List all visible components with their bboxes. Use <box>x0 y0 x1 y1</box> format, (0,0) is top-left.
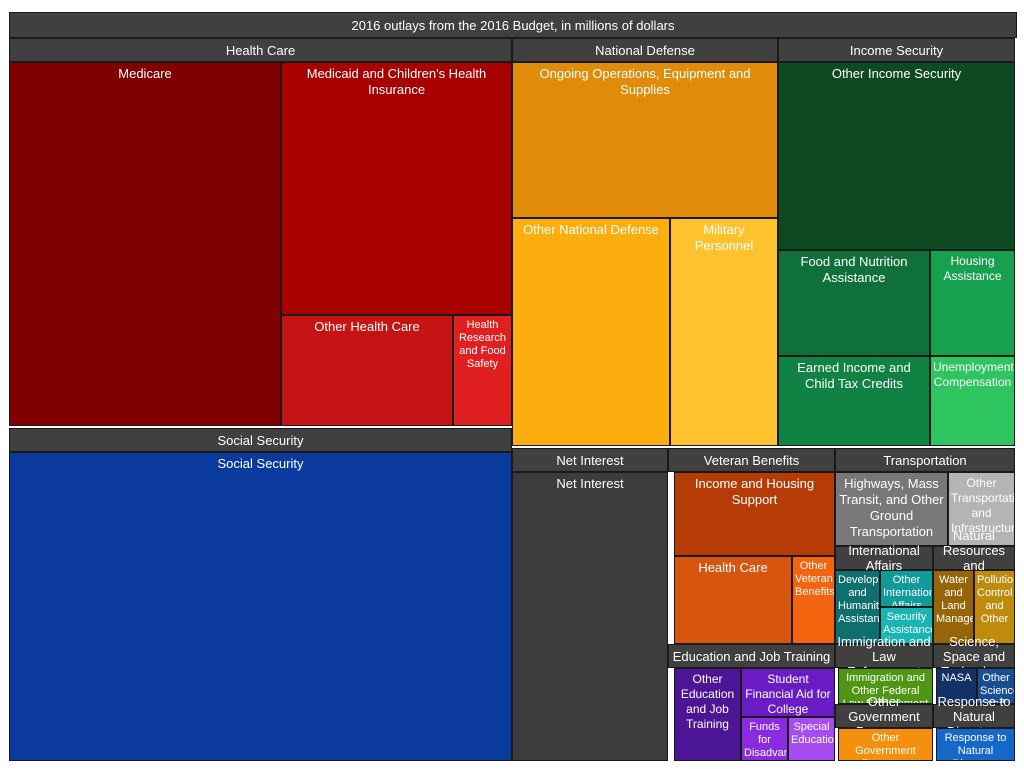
treemap-tile-special-education[interactable]: Special Education <box>788 717 835 761</box>
treemap-tile-medicare[interactable]: Medicare <box>9 62 281 426</box>
treemap-tile-other-income-security[interactable]: Other Income Security <box>778 62 1015 250</box>
treemap-tile-label: Other Income Security <box>831 66 962 81</box>
treemap-group-label: Health Care <box>225 42 296 58</box>
treemap-group-header-health-care[interactable]: Health Care <box>9 38 512 62</box>
treemap-tile-label: Food and Nutrition Assistance <box>800 254 908 285</box>
chart-title: 2016 outlays from the 2016 Budget, in mi… <box>9 12 1017 38</box>
treemap-group-label: Transportation <box>883 452 967 468</box>
treemap-tile-label: Development and Humanitarian Assistance <box>838 574 880 625</box>
treemap-tile-response-to-natural-disasters[interactable]: Response to Natural Disasters <box>936 728 1015 761</box>
treemap-tile-unemployment-compensation[interactable]: Unemployment Compensation <box>930 356 1015 446</box>
treemap-tile-social-security[interactable]: Social Security <box>9 452 512 761</box>
treemap-tile-label: Earned Income and Child Tax Credits <box>797 360 911 391</box>
treemap-tile-other-veteran-benefits[interactable]: Other Veteran Benefits <box>792 556 835 644</box>
treemap-tile-ongoing-operations-equipment-and-supplies[interactable]: Ongoing Operations, Equipment and Suppli… <box>512 62 778 218</box>
treemap-tile-food-and-nutrition-assistance[interactable]: Food and Nutrition Assistance <box>778 250 930 356</box>
treemap-group-header-education-and-job-training[interactable]: Education and Job Training <box>668 644 835 668</box>
treemap-group-header-veteran-benefits[interactable]: Veteran Benefits <box>668 448 835 472</box>
treemap-group-header-science-space-and-technology[interactable]: Science, Space and Technology <box>933 634 1015 679</box>
treemap-tile-label: Other National Defense <box>523 222 659 237</box>
treemap-tile-housing-assistance[interactable]: Housing Assistance <box>930 250 1015 356</box>
treemap-tile-label: Other Health Care <box>314 319 420 334</box>
treemap-group-header-natural-resources-and-environment[interactable]: Natural Resources and Environment <box>933 528 1015 588</box>
treemap-group-label: Social Security <box>217 432 304 448</box>
treemap-tile-label: Other Veteran Benefits <box>795 560 835 598</box>
treemap-group-header-income-security[interactable]: Income Security <box>778 38 1015 62</box>
treemap-tile-label: Other International Affairs <box>883 574 932 607</box>
treemap-tile-other-international-affairs[interactable]: Other International Affairs <box>880 570 933 607</box>
treemap-group-header-net-interest[interactable]: Net Interest <box>512 448 668 472</box>
treemap-tile-label: Income and Housing Support <box>694 476 815 507</box>
treemap-tile-label: Security Assistance <box>883 611 933 636</box>
treemap-group-label: Education and Job Training <box>672 648 831 664</box>
treemap-chart: 2016 outlays from the 2016 Budget, in mi… <box>0 0 1024 769</box>
treemap-group-label: International Affairs <box>848 543 920 573</box>
treemap-tile-label: Funds for Disadvantaged Students <box>744 721 787 759</box>
treemap-tile-student-financial-aid-for-college[interactable]: Student Financial Aid for College <box>741 668 835 717</box>
treemap-tile-label: Highways, Mass Transit, and Other Ground… <box>839 476 944 539</box>
treemap-tile-label: Health Care <box>698 560 768 575</box>
treemap-tile-funds-for-disadvantaged-students[interactable]: Funds for Disadvantaged Students <box>741 717 788 761</box>
treemap-tile-label: Special Education <box>791 721 834 746</box>
treemap-tile-other-education-and-job-training[interactable]: Other Education and Job Training <box>674 668 741 761</box>
treemap-group-header-international-affairs[interactable]: International Affairs <box>835 543 933 573</box>
treemap-group-header-other-government-programs[interactable]: Other Government Programs <box>835 694 933 739</box>
treemap-group-label: Veteran Benefits <box>703 452 800 468</box>
treemap-group-header-social-security[interactable]: Social Security <box>9 428 512 452</box>
treemap-group-label: Net Interest <box>556 452 624 468</box>
treemap-tile-earned-income-and-child-tax-credits[interactable]: Earned Income and Child Tax Credits <box>778 356 930 446</box>
treemap-tile-label: Student Financial Aid for College <box>745 672 831 716</box>
treemap-tile-label: Pollution Control and Other <box>977 574 1015 625</box>
treemap-tile-label: Other Transportation and Infrastructure <box>951 476 1015 535</box>
treemap-group-header-response-to-natural-disasters[interactable]: Response to Natural Disasters <box>933 694 1015 739</box>
treemap-tile-label: Unemployment Compensation <box>933 360 1014 389</box>
treemap-tile-label: Ongoing Operations, Equipment and Suppli… <box>539 66 751 97</box>
treemap-tile-income-and-housing-support[interactable]: Income and Housing Support <box>674 472 835 556</box>
treemap-tile-other-government-programs[interactable]: Other Government Programs <box>838 728 933 761</box>
treemap-tile-label: Social Security <box>217 456 304 471</box>
treemap-group-header-national-defense[interactable]: National Defense <box>512 38 778 62</box>
treemap-tile-military-personnel[interactable]: Military Personnel <box>670 218 778 446</box>
treemap-tile-label: Medicare <box>118 66 172 81</box>
treemap-tile-label: Net Interest <box>556 476 624 491</box>
treemap-tile-label: NASA <box>941 672 972 684</box>
treemap-tile-label: Other Education and Job Training <box>680 672 735 731</box>
treemap-tile-net-interest[interactable]: Net Interest <box>512 472 668 761</box>
treemap-tile-highways-mass-transit-and-other-ground-transportation[interactable]: Highways, Mass Transit, and Other Ground… <box>835 472 948 546</box>
treemap-group-header-transportation[interactable]: Transportation <box>835 448 1015 472</box>
treemap-tile-label: Water and Land Management <box>936 574 973 625</box>
treemap-tile-label: Response to Natural Disasters <box>944 732 1007 760</box>
treemap-group-label: National Defense <box>595 42 695 58</box>
chart-title-text: 2016 outlays from the 2016 Budget, in mi… <box>351 17 675 33</box>
treemap-tile-other-health-care[interactable]: Other Health Care <box>281 315 453 426</box>
treemap-tile-medicaid-and-children-s-health-insurance[interactable]: Medicaid and Children's Health Insurance <box>281 62 512 315</box>
treemap-tile-health-care[interactable]: Health Care <box>674 556 792 644</box>
treemap-tile-label: Other Government Programs <box>855 732 916 760</box>
treemap-tile-label: Medicaid and Children's Health Insurance <box>306 66 487 97</box>
treemap-group-header-immigration-and-law-enforcement[interactable]: Immigration and Law Enforcement <box>835 634 933 679</box>
treemap-tile-label: Housing Assistance <box>943 254 1002 283</box>
treemap-tile-label: Health Research and Food Safety <box>458 319 507 370</box>
treemap-tile-label: Military Personnel <box>694 222 754 253</box>
treemap-tile-other-national-defense[interactable]: Other National Defense <box>512 218 670 446</box>
treemap-tile-health-research-and-food-safety[interactable]: Health Research and Food Safety <box>453 315 512 426</box>
treemap-group-label: Income Security <box>849 42 944 58</box>
